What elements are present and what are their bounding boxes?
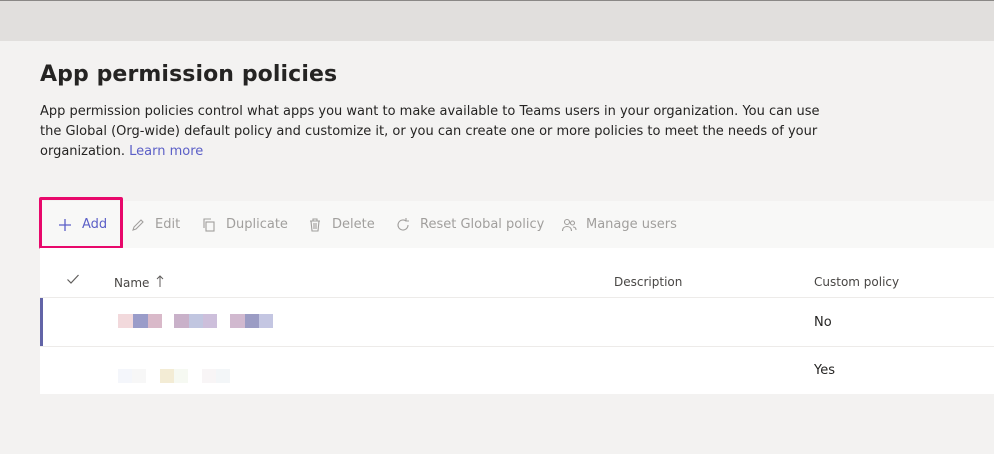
reset-global-policy-button[interactable]: Reset Global policy	[394, 201, 544, 248]
manage-label: Manage users	[586, 217, 677, 232]
reset-label: Reset Global policy	[420, 217, 545, 232]
duplicate-label: Duplicate	[226, 217, 288, 232]
checkmark-icon[interactable]	[66, 271, 80, 290]
sort-up-icon	[156, 275, 164, 291]
refresh-icon	[394, 216, 412, 234]
custom-policy-value: No	[814, 315, 832, 330]
edit-button[interactable]: Edit	[129, 201, 180, 248]
column-header-custom-policy[interactable]: Custom policy	[814, 275, 899, 289]
trash-icon	[306, 216, 324, 234]
highlight-box	[39, 197, 123, 249]
delete-button[interactable]: Delete	[306, 201, 375, 248]
column-name-label: Name	[114, 276, 150, 290]
table-row[interactable]: Yes	[40, 346, 994, 395]
top-bar	[0, 0, 994, 41]
duplicate-button[interactable]: Duplicate	[200, 201, 288, 248]
copy-icon	[200, 216, 218, 234]
column-header-description[interactable]: Description	[614, 275, 682, 289]
learn-more-link[interactable]: Learn more	[129, 144, 203, 159]
manage-users-button[interactable]: Manage users	[560, 201, 677, 248]
custom-policy-value: Yes	[814, 363, 835, 378]
people-icon	[560, 216, 578, 234]
delete-label: Delete	[332, 217, 375, 232]
column-header-name[interactable]: Name	[114, 275, 164, 291]
table-row[interactable]: No	[40, 298, 994, 346]
policies-table: Name Description Custom policy No Yes	[40, 248, 994, 394]
pencil-icon	[129, 216, 147, 234]
toolbar: Add Edit Duplicate Delete Reset Global p…	[40, 201, 994, 248]
page-description: App permission policies control what app…	[40, 102, 840, 162]
page-title: App permission policies	[40, 62, 338, 87]
edit-label: Edit	[155, 217, 181, 232]
